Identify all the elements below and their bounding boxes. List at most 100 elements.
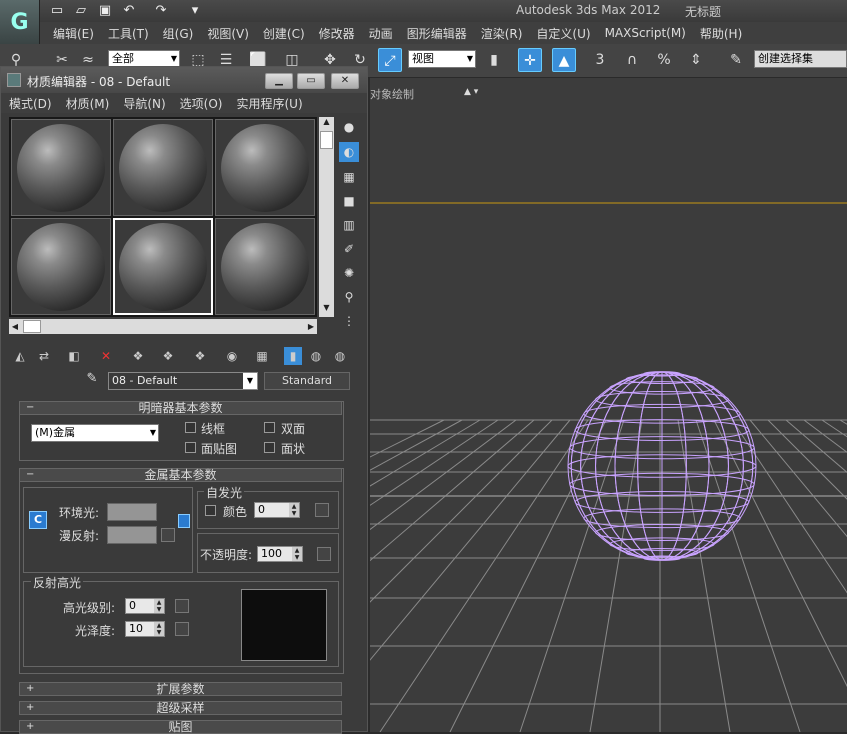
material-id-channel-icon[interactable]: ◉ (223, 347, 241, 365)
menu-modifiers[interactable]: 修改器 (312, 25, 362, 42)
material-type-button[interactable]: Standard (264, 372, 350, 390)
material-name-field[interactable]: 08 - Default ▼ (108, 372, 258, 390)
scroll-down-icon[interactable]: ▼ (319, 303, 334, 317)
menu-rendering[interactable]: 渲染(R) (474, 25, 530, 42)
new-file-icon[interactable]: ▭ (48, 2, 66, 20)
self-illum-map-button[interactable] (315, 503, 329, 517)
menu-animation[interactable]: 动画 (362, 25, 400, 42)
opacity-spinner[interactable]: 100 ▲ ▼ (257, 546, 303, 562)
menu-maxscript[interactable]: MAXScript(M) (598, 26, 693, 40)
make-material-copy-icon[interactable]: ❖ (129, 347, 147, 365)
qat-dropdown-icon[interactable]: ▾ (186, 2, 204, 20)
get-material-icon[interactable]: ◭ (11, 347, 29, 365)
ambient-color-swatch[interactable] (107, 503, 157, 521)
put-to-library-icon[interactable]: ❖ (191, 347, 209, 365)
show-end-result-icon[interactable]: ▮ (284, 347, 302, 365)
mat-menu-modes[interactable]: 模式(D) (1, 95, 57, 112)
spinner-snap-icon[interactable]: ⇕ (684, 48, 708, 72)
sample-slot[interactable] (215, 119, 315, 216)
pivot-center-icon[interactable]: ▮ (482, 48, 506, 72)
options-icon[interactable]: ✺ (339, 263, 359, 283)
glossiness-map-button[interactable] (175, 622, 189, 636)
menu-help[interactable]: 帮助(H) (693, 25, 749, 42)
minimize-button[interactable]: ▁ (265, 73, 293, 89)
mat-menu-utilities[interactable]: 实用程序(U) (227, 95, 307, 112)
reset-map-icon[interactable]: ✕ (97, 347, 115, 365)
diffuse-map-button[interactable] (161, 528, 175, 542)
menu-graph-editors[interactable]: 图形编辑器 (400, 25, 474, 42)
mat-menu-options[interactable]: 选项(O) (171, 95, 228, 112)
keyboard-shortcut-override-icon[interactable]: ▲ (552, 48, 576, 72)
edit-named-selection-icon[interactable]: ✎ (724, 48, 748, 72)
sample-slot[interactable] (11, 218, 111, 315)
specular-level-spinner[interactable]: 0 ▲ ▼ (125, 598, 165, 614)
perspective-viewport[interactable]: 对象绘制 ▲ ▾ (370, 78, 847, 732)
mat-menu-navigation[interactable]: 导航(N) (114, 95, 170, 112)
self-illum-color-checkbox[interactable] (205, 505, 216, 516)
supersampling-rollout[interactable]: + 超级采样 (19, 701, 342, 715)
hscroll-thumb[interactable] (23, 320, 41, 333)
diffuse-color-swatch[interactable] (107, 526, 157, 544)
undo-icon[interactable]: ↶ (120, 2, 138, 20)
shader-type-dropdown[interactable]: (M)金属 ▼ (31, 424, 159, 442)
menu-customize[interactable]: 自定义(U) (529, 25, 597, 42)
pick-material-eyedropper-icon[interactable]: ✎ (83, 371, 101, 389)
close-button[interactable]: ✕ (331, 73, 359, 89)
menu-create[interactable]: 创建(C) (256, 25, 312, 42)
go-forward-sibling-icon[interactable]: ◍ (331, 347, 349, 365)
scroll-left-icon[interactable]: ◀ (9, 319, 21, 334)
go-to-parent-icon[interactable]: ◍ (307, 347, 325, 365)
glossiness-spinner[interactable]: 10 ▲ ▼ (125, 621, 165, 637)
scroll-right-icon[interactable]: ▶ (305, 319, 317, 334)
show-map-in-viewport-icon[interactable]: ▦ (253, 347, 271, 365)
self-illum-spinner[interactable]: 0 ▲ ▼ (254, 502, 300, 518)
slots-vertical-scrollbar[interactable]: ▲ ▼ (319, 117, 334, 317)
redo-icon[interactable]: ↷ (152, 2, 170, 20)
slots-horizontal-scrollbar[interactable]: ◀ ▶ (9, 319, 317, 334)
save-icon[interactable]: ▣ (96, 2, 114, 20)
opacity-map-button[interactable] (317, 547, 331, 561)
metal-rollout-header[interactable]: − 金属基本参数 (19, 468, 342, 482)
sample-type-icon[interactable]: ● (339, 117, 359, 137)
sample-slot[interactable] (11, 119, 111, 216)
sample-slot[interactable] (215, 218, 315, 315)
menu-views[interactable]: 视图(V) (200, 25, 256, 42)
sample-slot[interactable] (113, 119, 213, 216)
make-unique-icon[interactable]: ❖ (159, 347, 177, 365)
percent-snap-icon[interactable]: % (652, 48, 676, 72)
named-selection-set-input[interactable]: 创建选择集 (754, 50, 847, 68)
backlight-icon[interactable]: ◐ (339, 142, 359, 162)
menu-group[interactable]: 组(G) (156, 25, 201, 42)
maximize-button[interactable]: ▭ (297, 73, 325, 89)
put-material-icon[interactable]: ⇄ (35, 347, 53, 365)
assign-material-icon[interactable]: ◧ (65, 347, 83, 365)
sample-slot-active[interactable] (113, 218, 213, 315)
two-sided-checkbox[interactable] (264, 422, 275, 433)
diffuse-lock-icon[interactable] (178, 514, 190, 528)
ambient-diffuse-lock-button[interactable]: C (29, 511, 47, 529)
scale-icon[interactable]: ⤢ (378, 48, 402, 72)
face-map-checkbox[interactable] (185, 442, 196, 453)
menu-edit[interactable]: 编辑(E) (46, 25, 101, 42)
make-preview-icon[interactable]: ✐ (339, 239, 359, 259)
wire-checkbox[interactable] (185, 422, 196, 433)
snap-toggle-icon[interactable]: 3 (588, 48, 612, 72)
app-logo-icon[interactable]: G (0, 0, 40, 44)
reference-coordinate-dropdown[interactable]: 视图 ▼ (408, 50, 476, 68)
video-color-check-icon[interactable]: ▥ (339, 215, 359, 235)
shader-rollout-header[interactable]: − 明暗器基本参数 (19, 401, 342, 415)
angle-snap-icon[interactable]: ∩ (620, 48, 644, 72)
scroll-up-icon[interactable]: ▲ (319, 117, 334, 131)
specular-level-map-button[interactable] (175, 599, 189, 613)
extended-params-rollout[interactable]: + 扩展参数 (19, 682, 342, 696)
open-file-icon[interactable]: ▱ (72, 2, 90, 20)
background-icon[interactable]: ▦ (339, 167, 359, 187)
material-map-navigator-icon[interactable]: ⋮ (339, 311, 359, 331)
select-manipulate-icon[interactable]: ✛ (518, 48, 542, 72)
mat-menu-material[interactable]: 材质(M) (57, 95, 115, 112)
select-by-material-icon[interactable]: ⚲ (339, 287, 359, 307)
faceted-checkbox[interactable] (264, 442, 275, 453)
scroll-thumb[interactable] (320, 131, 333, 149)
sample-uv-tiling-icon[interactable]: ■ (339, 191, 359, 211)
menu-tools[interactable]: 工具(T) (101, 25, 156, 42)
